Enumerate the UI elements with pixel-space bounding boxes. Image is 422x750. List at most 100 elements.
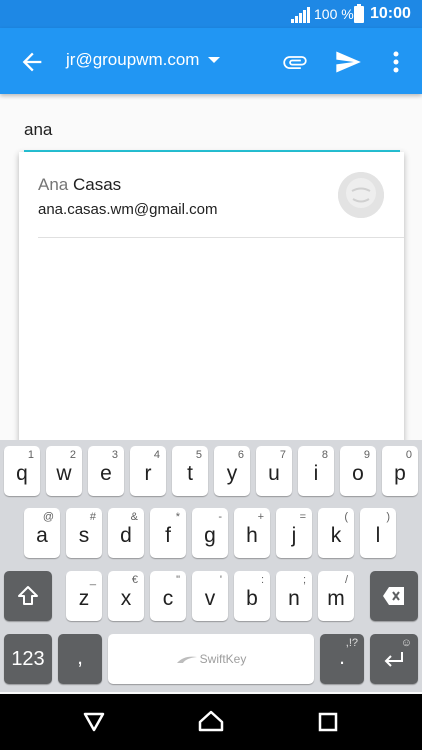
key-alt: 6 [237,449,244,461]
key-alt: ☺ [400,637,412,649]
key-label: w [56,462,72,485]
shift-icon [18,586,38,605]
key-s[interactable]: # s [66,508,102,558]
key-g[interactable]: -g [192,508,228,558]
key-label: x [120,587,132,610]
avatar [338,172,384,218]
key-n[interactable]: ; n [276,571,312,621]
key-label: . [339,646,345,669]
key-alt: ; [302,574,306,586]
key-i[interactable]: 8i [298,446,334,496]
key-label: j [291,524,297,547]
key-h[interactable]: + h [234,508,270,558]
key-alt: _ [89,574,96,586]
key-b[interactable]: :b [234,571,270,621]
key-r[interactable]: 4r [130,446,166,496]
key-label: y [226,462,238,485]
chevron-down-icon[interactable] [208,57,220,63]
space-key[interactable]: SwiftKey [108,634,314,684]
contact-name-match: Ana [38,175,69,194]
key-f[interactable]: * f [150,508,186,558]
key-label: l [375,524,381,547]
shift-key[interactable] [4,571,52,621]
more-vert-icon[interactable] [386,48,406,76]
key-e[interactable]: 3e [88,446,124,496]
key-label: p [394,462,406,485]
key-alt: € [131,574,138,586]
numbers-key[interactable]: 123 [4,634,52,684]
space-label-text: SwiftKey [199,652,247,666]
key-label: , [77,646,83,669]
key-u[interactable]: 7u [256,446,292,496]
navigation-bar [0,694,422,750]
key-m[interactable]: / m [318,571,354,621]
to-field[interactable]: ana [24,110,400,152]
key-label: k [330,524,342,547]
key-y[interactable]: 6y [214,446,250,496]
back-arrow-icon[interactable] [18,48,46,76]
period-key[interactable]: ,!?. [320,634,364,684]
attach-icon[interactable] [281,48,309,76]
recents-nav-icon[interactable] [314,708,342,736]
back-nav-icon[interactable] [80,708,108,736]
home-nav-icon[interactable] [197,708,225,736]
backspace-key[interactable] [370,571,418,621]
key-label: i [313,462,319,485]
person-icon [338,172,384,218]
key-label: q [16,462,28,485]
contact-suggestion[interactable]: Ana Casas ana.casas.wm@gmail.com [19,152,404,238]
key-alt: = [299,511,306,523]
key-alt: ' [219,574,222,586]
comma-key[interactable]: , [58,634,102,684]
key-j[interactable]: = j [276,508,312,558]
key-alt: / [344,574,348,586]
key-label: b [246,587,258,610]
space-label: SwiftKey [108,652,314,666]
key-label: g [204,524,216,547]
email-compose-screen: 100 % 10:00 jr@groupwm.com ana Ana Casas… [0,0,422,750]
enter-icon [384,652,403,667]
key-alt: 0 [405,449,412,461]
key-w[interactable]: 2w [46,446,82,496]
key-x[interactable]: € x [108,571,144,621]
key-t[interactable]: 5t [172,446,208,496]
key-label: d [120,524,132,547]
key-q[interactable]: 1q [4,446,40,496]
key-alt: 8 [321,449,328,461]
key-label: m [327,587,345,610]
key-alt: # [89,511,96,523]
send-icon[interactable] [334,48,362,76]
key-label: h [246,524,258,547]
key-label: a [36,524,48,547]
key-label: n [288,587,300,610]
key-d[interactable]: & d [108,508,144,558]
key-l[interactable]: ) l [360,508,396,558]
key-z[interactable]: _ z [66,571,102,621]
key-c[interactable]: " c [150,571,186,621]
key-alt: + [257,511,264,523]
key-v[interactable]: ' v [192,571,228,621]
key-alt: 5 [195,449,202,461]
to-input-text[interactable]: ana [24,120,52,140]
key-alt: - [218,511,222,523]
key-k[interactable]: (k [318,508,354,558]
key-label: e [100,462,112,485]
swiftkey-logo-icon [176,656,197,663]
key-p[interactable]: 0p [382,446,418,496]
from-account-selector[interactable]: jr@groupwm.com [66,50,199,70]
compose-toolbar: jr@groupwm.com [0,28,422,94]
contact-name: Ana Casas [38,175,121,195]
key-a[interactable]: @ a [24,508,60,558]
clock: 10:00 [370,5,411,22]
key-alt: 3 [111,449,118,461]
key-label: z [78,587,90,610]
key-o[interactable]: 9o [340,446,376,496]
key-label: 123 [11,648,45,670]
enter-key[interactable]: ☺ [370,634,418,684]
key-alt: " [176,574,180,586]
key-alt: 7 [279,449,286,461]
key-alt: ) [386,511,390,523]
key-alt: & [130,511,138,523]
battery-percent: 100 % [314,6,354,22]
contact-name-rest: Casas [68,175,122,194]
